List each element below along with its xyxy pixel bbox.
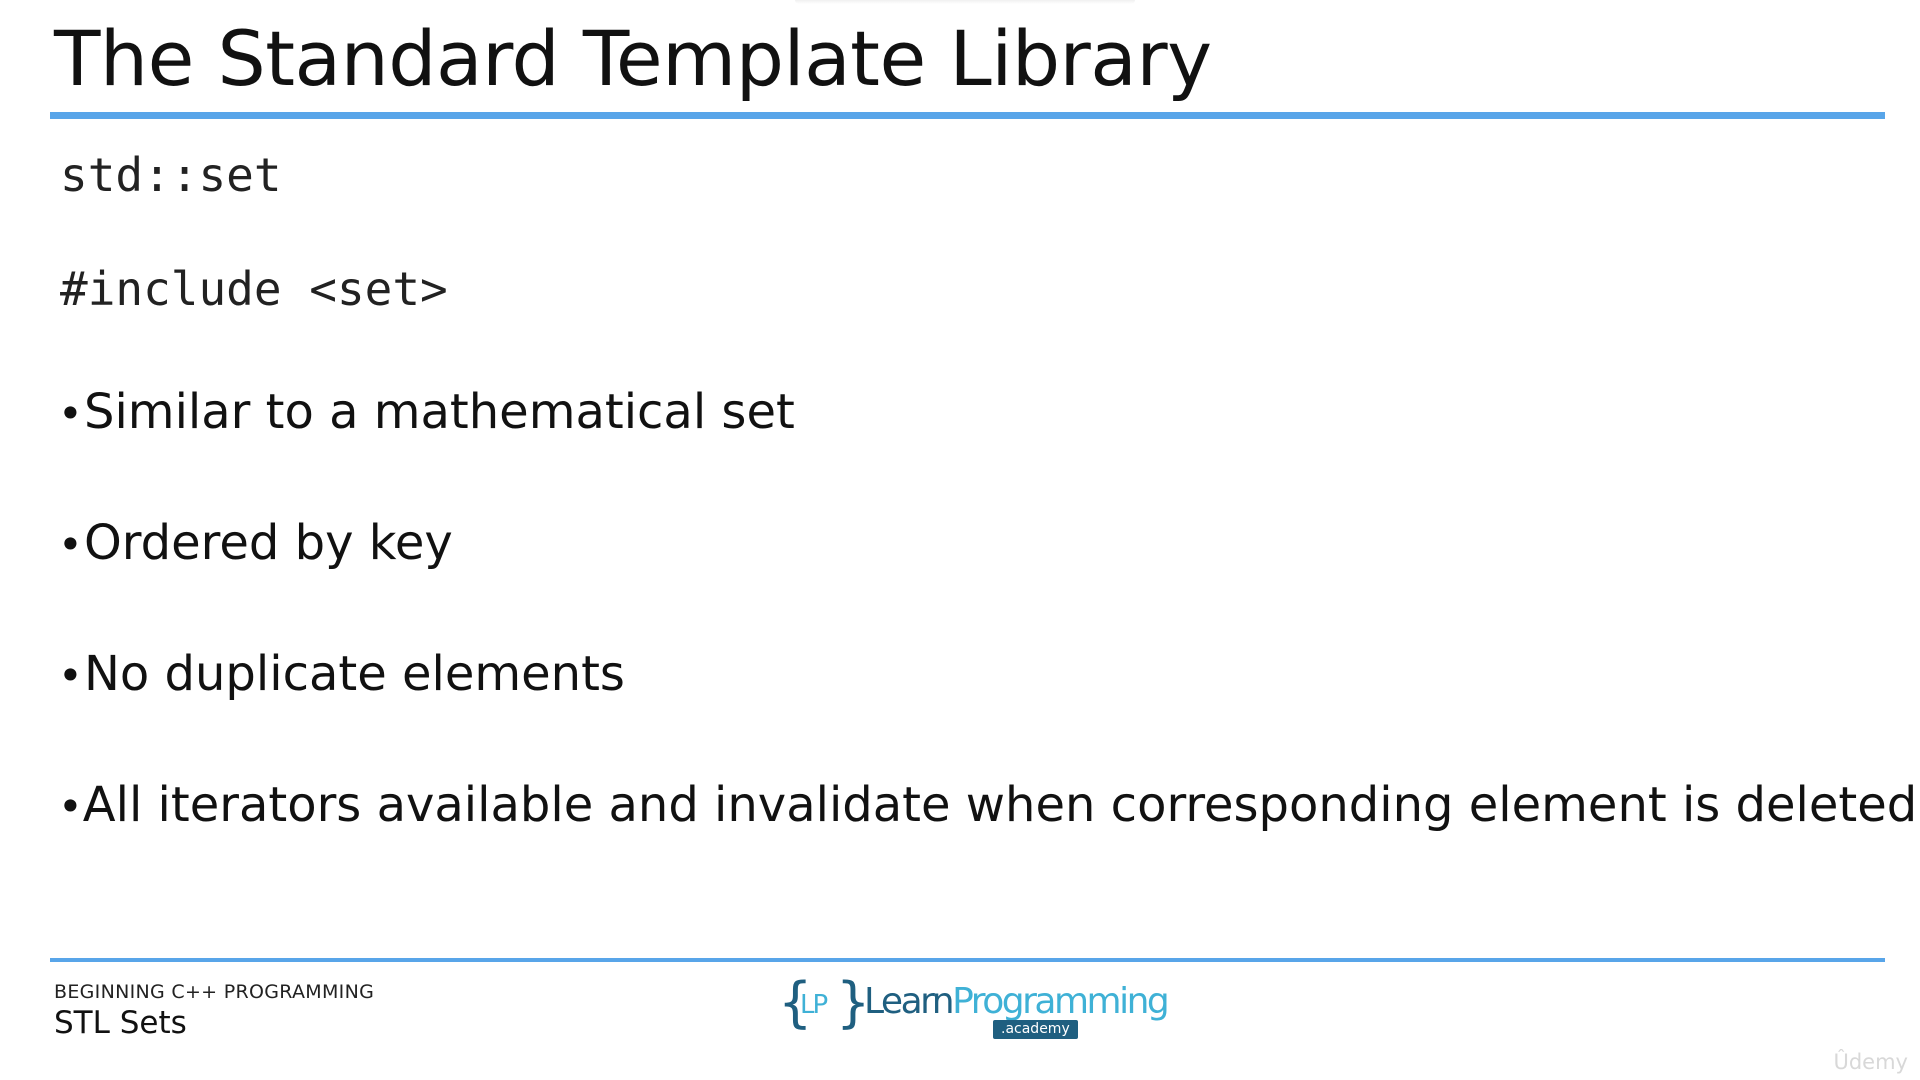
bullet-item: • Similar to a mathematical set (58, 384, 1878, 515)
bullet-list: • Similar to a mathematical set • Ordere… (58, 384, 1917, 908)
slide: The Standard Template Library std::set #… (0, 0, 1920, 1080)
bullet-item: • No duplicate elements (58, 646, 1878, 777)
logo-academy-badge: .academy (993, 1020, 1078, 1039)
footer-divider (50, 958, 1885, 962)
logo-word-programming: Programming (952, 981, 1170, 1022)
bullet-text: Ordered by key (84, 515, 453, 571)
logo-wordmark: LearnProgramming (864, 981, 1170, 1022)
bullet-icon: • (58, 651, 83, 700)
bullet-icon: • (58, 389, 83, 438)
bullet-text: Similar to a mathematical set (84, 384, 795, 440)
course-title: BEGINNING C++ PROGRAMMING (54, 981, 375, 1003)
bullet-icon: • (58, 782, 83, 831)
bullet-text: All iterators available and invalidate w… (82, 777, 1918, 833)
lecture-title: STL Sets (54, 1005, 187, 1041)
code-line-std-set: std::set (60, 148, 282, 202)
bullet-item: • Ordered by key (58, 515, 1878, 646)
bullet-text: No duplicate elements (84, 646, 625, 702)
logo-initials: LP (800, 990, 828, 1020)
slide-title: The Standard Template Library (54, 14, 1212, 103)
logo-word-learn: Learn (864, 981, 955, 1022)
code-line-include: #include <set> (60, 262, 448, 316)
udemy-watermark: Ûdemy (1833, 1050, 1908, 1074)
player-top-edge (795, 0, 1135, 4)
title-divider (50, 112, 1885, 119)
bullet-icon: • (58, 520, 83, 569)
bullet-item: • All iterators available and invalidate… (58, 777, 1917, 908)
learnprogramming-logo: { LP } LearnProgramming .academy (778, 976, 1170, 1046)
